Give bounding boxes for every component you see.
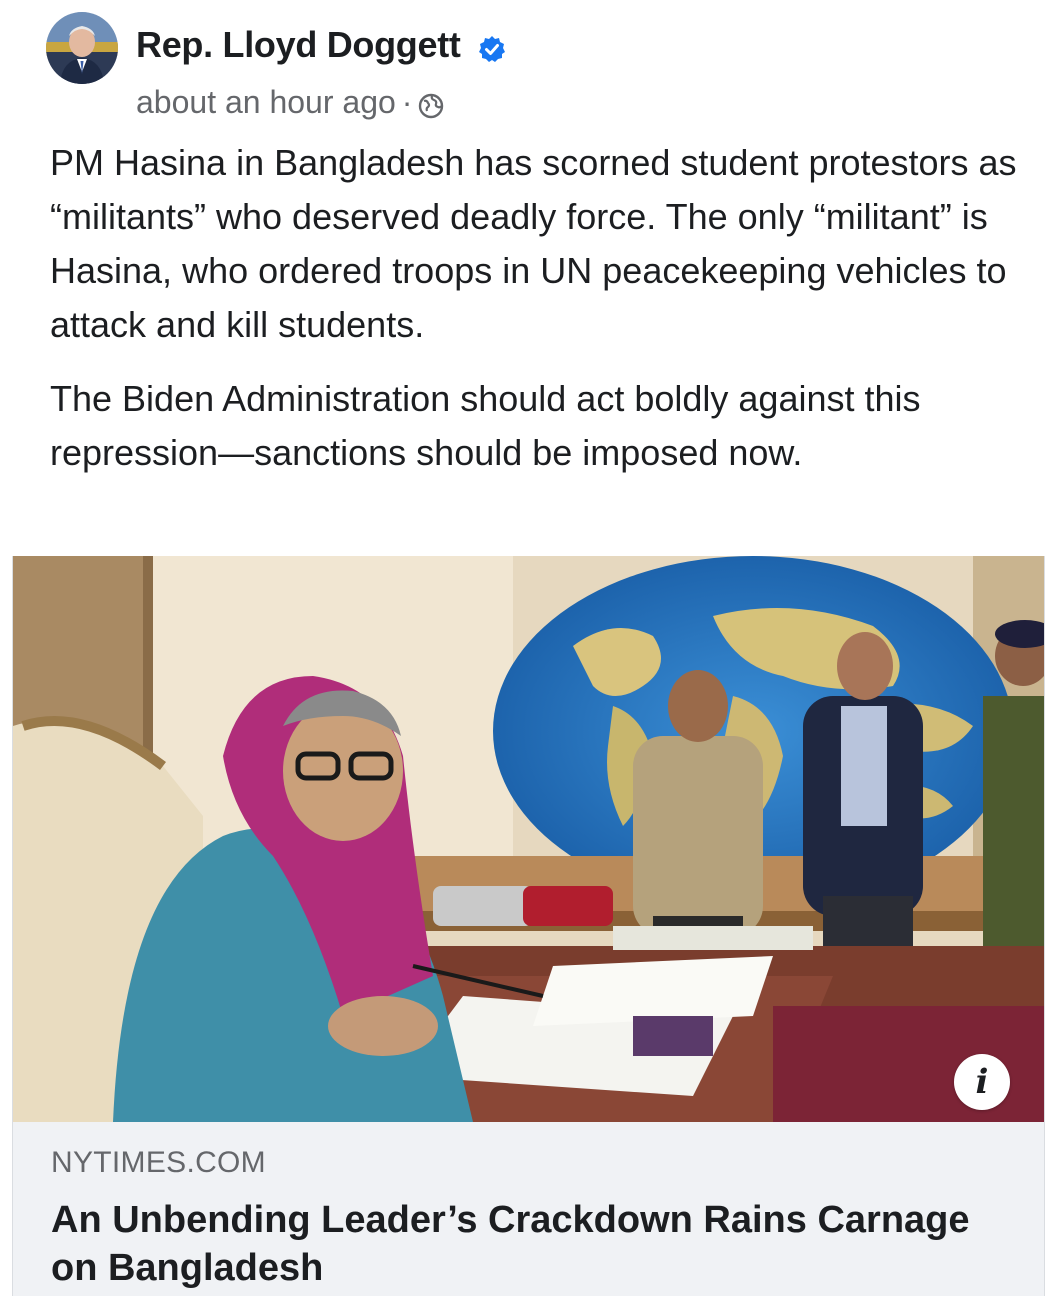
post-text: PM Hasina in Bangladesh has scorned stud… [50,136,1020,500]
verified-badge-icon [478,30,506,63]
article-photo[interactable]: i [13,556,1044,1122]
article-photo-illustration [13,556,1044,1122]
avatar-photo [46,12,118,84]
post-meta: about an hour ago · [136,84,444,121]
post-timestamp[interactable]: about an hour ago [136,84,396,120]
author-name[interactable]: Rep. Lloyd Doggett [136,24,506,66]
post-paragraph-1: PM Hasina in Bangladesh has scorned stud… [50,142,1017,345]
author-name-text[interactable]: Rep. Lloyd Doggett [136,24,461,65]
link-preview-card[interactable]: i NYTIMES.COM An Unbending Leader’s Crac… [12,556,1045,1296]
meta-separator: · [401,84,413,120]
link-headline[interactable]: An Unbending Leader’s Crackdown Rains Ca… [51,1196,1011,1292]
post-paragraph-2: The Biden Administration should act bold… [50,378,921,473]
post-header: Rep. Lloyd Doggett about an hour ago · [46,12,1033,122]
globe-icon[interactable] [418,90,444,118]
author-avatar[interactable] [46,12,118,84]
info-button[interactable]: i [954,1054,1010,1110]
link-source: NYTIMES.COM [51,1146,266,1179]
